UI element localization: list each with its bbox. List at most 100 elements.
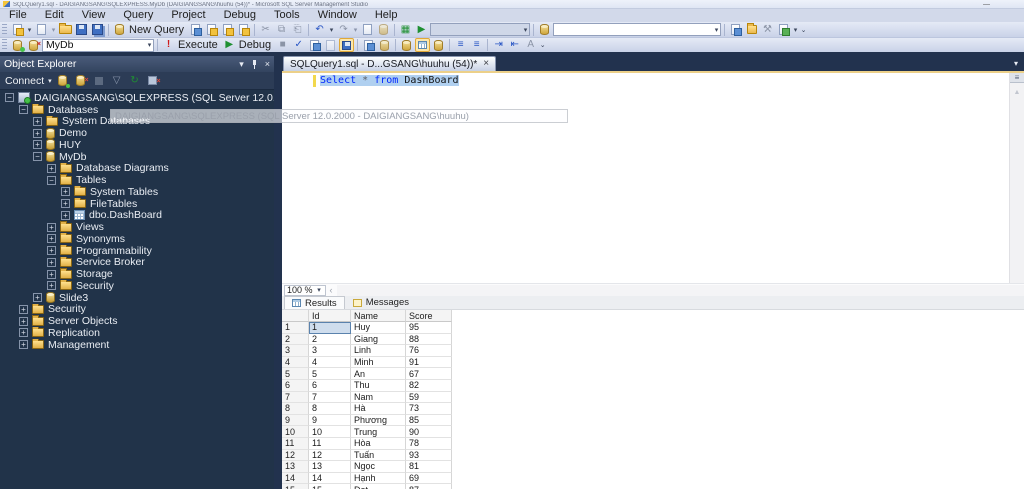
- tree-item-dbo-dashboard[interactable]: +dbo.DashBoard: [0, 210, 274, 222]
- grid-cell-id[interactable]: 13: [309, 461, 351, 473]
- row-number-cell[interactable]: 1: [282, 322, 309, 334]
- grid-cell-name[interactable]: Hạnh: [351, 473, 406, 485]
- grid-cell-name[interactable]: Ngọc: [351, 461, 406, 473]
- pin-icon[interactable]: [251, 60, 258, 69]
- new-database-engine-query-icon[interactable]: [188, 23, 203, 37]
- tab-results[interactable]: Results: [284, 296, 345, 309]
- grid-cell-id[interactable]: 1: [309, 322, 351, 334]
- undo-icon[interactable]: ↶: [312, 23, 327, 37]
- comment-icon[interactable]: ≡: [453, 38, 468, 52]
- grid-cell-name[interactable]: Hà: [351, 403, 406, 415]
- row-number-cell[interactable]: 9: [282, 415, 309, 427]
- parse-icon[interactable]: ✓: [291, 38, 306, 52]
- grid-cell-name[interactable]: Huy: [351, 322, 406, 334]
- editor-splitter-handle[interactable]: ≡: [1010, 73, 1024, 83]
- results-to-grid-icon[interactable]: [415, 38, 430, 52]
- expand-icon[interactable]: +: [47, 234, 56, 243]
- database-combo[interactable]: MyDb▾: [42, 39, 154, 52]
- menu-query[interactable]: Query: [114, 9, 162, 22]
- start-icon[interactable]: ▶: [414, 23, 429, 37]
- save-all-icon[interactable]: [90, 23, 105, 37]
- outdent-icon[interactable]: ⇤: [507, 38, 522, 52]
- tree-item-demo[interactable]: +Demo: [0, 127, 274, 139]
- paste-icon[interactable]: ⎗: [290, 23, 305, 37]
- change-connection-icon[interactable]: ×: [26, 38, 41, 52]
- grid-cell-score[interactable]: 76: [406, 345, 452, 357]
- grid-cell-score[interactable]: 91: [406, 357, 452, 369]
- toolbar-grip[interactable]: [2, 39, 7, 51]
- row-number-cell[interactable]: 13: [282, 461, 309, 473]
- display-estimated-plan-icon[interactable]: [307, 38, 322, 52]
- editor-horizontal-scrollbar[interactable]: [337, 285, 1024, 296]
- row-number-cell[interactable]: 6: [282, 380, 309, 392]
- open-file-icon[interactable]: [58, 23, 73, 37]
- grid-cell-id[interactable]: 9: [309, 415, 351, 427]
- expand-icon[interactable]: +: [19, 317, 28, 326]
- grid-cell-score[interactable]: 69: [406, 473, 452, 485]
- hscroll-left-icon[interactable]: ‹: [330, 285, 333, 295]
- tree-item-filetables[interactable]: +FileTables: [0, 198, 274, 210]
- tree-item-server-objects[interactable]: +Server Objects: [0, 315, 274, 327]
- chevron-down-icon[interactable]: ▾: [48, 77, 52, 85]
- tree-item-replication[interactable]: +Replication: [0, 327, 274, 339]
- find-combo[interactable]: ▾: [553, 23, 721, 36]
- tree-item-system-tables[interactable]: +System Tables: [0, 186, 274, 198]
- tree-item-database-diagrams[interactable]: +Database Diagrams: [0, 163, 274, 175]
- row-number-cell[interactable]: 15: [282, 484, 309, 489]
- chevron-down-icon[interactable]: ▾: [328, 26, 335, 34]
- zoom-level-combo[interactable]: 100 %▾: [284, 285, 326, 296]
- new-query-button[interactable]: New Query: [128, 24, 187, 36]
- uncomment-icon[interactable]: ≡: [469, 38, 484, 52]
- grid-cell-name[interactable]: Đạt: [351, 484, 406, 489]
- new-query-icon[interactable]: [112, 23, 127, 37]
- row-number-cell[interactable]: 11: [282, 438, 309, 450]
- execute-button[interactable]: Execute: [177, 39, 221, 51]
- row-number-cell[interactable]: 8: [282, 403, 309, 415]
- intellisense-enabled-icon[interactable]: [339, 38, 354, 52]
- menu-view[interactable]: View: [73, 9, 115, 22]
- stop-icon[interactable]: ■: [275, 38, 290, 52]
- expand-icon[interactable]: +: [33, 129, 42, 138]
- expand-icon[interactable]: +: [47, 223, 56, 232]
- expand-icon[interactable]: +: [61, 199, 70, 208]
- expand-icon[interactable]: +: [19, 305, 28, 314]
- save-icon[interactable]: [74, 23, 89, 37]
- minimize-button[interactable]: —: [983, 2, 990, 8]
- row-number-cell[interactable]: 2: [282, 334, 309, 346]
- tree-item-storage[interactable]: +Storage: [0, 268, 274, 280]
- expand-icon[interactable]: +: [19, 328, 28, 337]
- grid-cell-id[interactable]: 12: [309, 450, 351, 462]
- execute-icon[interactable]: !: [161, 38, 176, 52]
- collapse-icon[interactable]: −: [33, 152, 42, 161]
- tree-item-security[interactable]: +Security: [0, 304, 274, 316]
- grid-cell-score[interactable]: 78: [406, 438, 452, 450]
- column-header-name[interactable]: Name: [351, 310, 406, 322]
- image-export-icon[interactable]: ▦: [398, 23, 413, 37]
- expand-icon[interactable]: +: [47, 270, 56, 279]
- disconnect-server-icon[interactable]: ×: [74, 74, 88, 88]
- tree-item-mydb[interactable]: −MyDb: [0, 151, 274, 163]
- row-number-cell[interactable]: 4: [282, 357, 309, 369]
- chevron-down-icon[interactable]: ▾: [26, 26, 33, 34]
- expand-icon[interactable]: +: [19, 340, 28, 349]
- grid-cell-id[interactable]: 5: [309, 368, 351, 380]
- tree-item-service-broker[interactable]: +Service Broker: [0, 257, 274, 269]
- expand-icon[interactable]: +: [33, 117, 42, 126]
- grid-cell-id[interactable]: 3: [309, 345, 351, 357]
- collapse-icon[interactable]: −: [19, 105, 28, 114]
- menu-help[interactable]: Help: [366, 9, 407, 22]
- editor-vertical-scrollbar[interactable]: ≡ ▲: [1009, 73, 1024, 283]
- tree-item-huy[interactable]: +HUY: [0, 139, 274, 151]
- web-browser-icon[interactable]: [776, 23, 791, 37]
- grid-cell-name[interactable]: Minh: [351, 357, 406, 369]
- find-in-files-icon[interactable]: [728, 23, 743, 37]
- stop-icon[interactable]: [92, 74, 106, 88]
- tree-item-security[interactable]: +Security: [0, 280, 274, 292]
- column-header-score[interactable]: Score: [406, 310, 452, 322]
- grid-cell-name[interactable]: Tuấn: [351, 450, 406, 462]
- grid-cell-score[interactable]: 88: [406, 334, 452, 346]
- expand-icon[interactable]: +: [47, 246, 56, 255]
- grid-cell-score[interactable]: 87: [406, 484, 452, 489]
- row-number-cell[interactable]: 5: [282, 368, 309, 380]
- menu-file[interactable]: File: [0, 9, 36, 22]
